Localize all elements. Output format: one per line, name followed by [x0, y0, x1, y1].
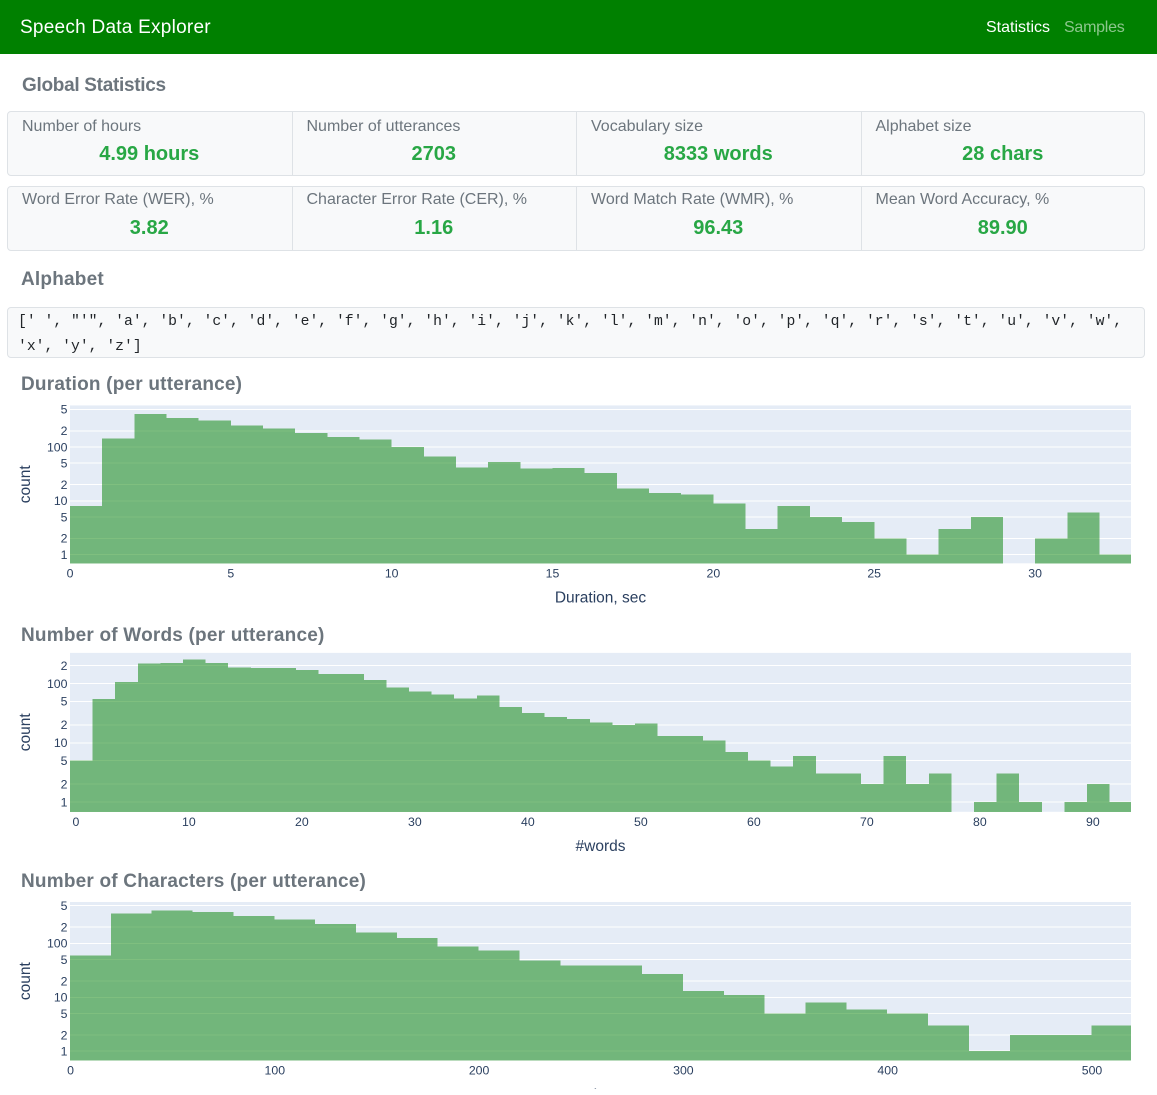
svg-text:5: 5: [61, 899, 68, 913]
svg-text:count: count: [17, 961, 34, 1000]
svg-text:15: 15: [546, 566, 560, 580]
svg-text:2: 2: [61, 778, 68, 792]
svg-text:100: 100: [47, 677, 68, 691]
svg-text:2: 2: [61, 1028, 68, 1042]
svg-text:5: 5: [61, 695, 68, 709]
svg-text:count: count: [17, 465, 34, 504]
svg-text:1: 1: [61, 795, 68, 809]
svg-text:2: 2: [61, 974, 68, 988]
svg-text:0: 0: [67, 1063, 74, 1077]
svg-text:70: 70: [860, 815, 874, 829]
svg-text:300: 300: [673, 1063, 694, 1077]
svg-text:80: 80: [973, 815, 987, 829]
svg-text:1: 1: [61, 1045, 68, 1059]
svg-text:50: 50: [634, 815, 648, 829]
svg-text:1: 1: [61, 548, 68, 562]
svg-text:0: 0: [67, 566, 74, 580]
svg-text:2: 2: [61, 424, 68, 438]
svg-text:200: 200: [469, 1063, 490, 1077]
svg-text:5: 5: [61, 953, 68, 967]
svg-text:20: 20: [707, 566, 721, 580]
svg-text:5: 5: [61, 754, 68, 768]
svg-text:10: 10: [54, 494, 68, 508]
svg-text:60: 60: [747, 815, 761, 829]
svg-text:400: 400: [877, 1063, 898, 1077]
svg-text:30: 30: [408, 815, 422, 829]
svg-text:2: 2: [61, 659, 68, 673]
svg-text:2: 2: [61, 478, 68, 492]
svg-text:5: 5: [61, 403, 68, 417]
svg-text:100: 100: [47, 440, 68, 454]
svg-text:count: count: [17, 713, 34, 752]
svg-text:10: 10: [54, 991, 68, 1005]
svg-text:2: 2: [61, 718, 68, 732]
svg-text:5: 5: [61, 1007, 68, 1021]
svg-text:40: 40: [521, 815, 535, 829]
svg-text:90: 90: [1086, 815, 1100, 829]
svg-text:5: 5: [227, 566, 234, 580]
svg-text:2: 2: [61, 921, 68, 935]
svg-text:5: 5: [61, 457, 68, 471]
svg-text:10: 10: [54, 736, 68, 750]
svg-text:2: 2: [61, 532, 68, 546]
svg-text:100: 100: [265, 1063, 286, 1077]
svg-text:10: 10: [182, 815, 196, 829]
svg-text:#words: #words: [576, 838, 626, 855]
svg-text:500: 500: [1082, 1063, 1103, 1077]
svg-text:5: 5: [61, 510, 68, 524]
svg-text:Duration, sec: Duration, sec: [555, 589, 647, 606]
svg-text:100: 100: [47, 937, 68, 951]
svg-text:20: 20: [295, 815, 309, 829]
svg-text:#chars: #chars: [577, 1086, 624, 1095]
svg-text:30: 30: [1028, 566, 1042, 580]
svg-text:0: 0: [72, 815, 79, 829]
svg-text:10: 10: [385, 566, 399, 580]
svg-text:25: 25: [867, 566, 881, 580]
